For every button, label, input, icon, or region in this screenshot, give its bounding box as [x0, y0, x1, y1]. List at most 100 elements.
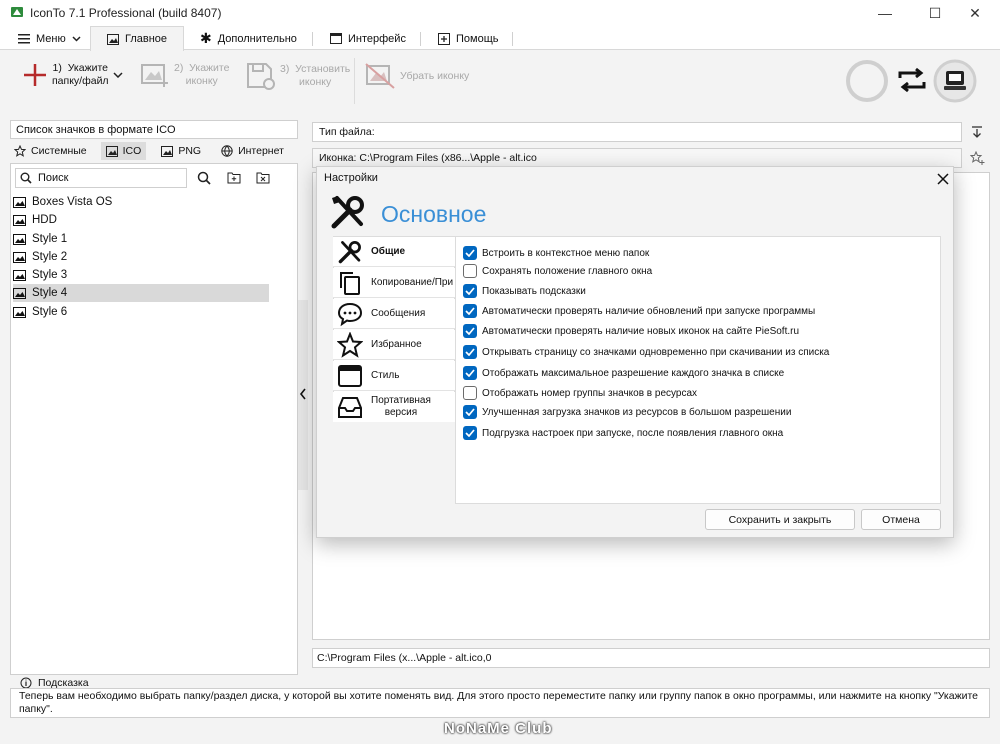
option-row[interactable]: Автоматически проверять наличие обновлен…	[463, 302, 815, 320]
cancel-button[interactable]: Отмена	[861, 509, 941, 530]
list-item-label: Style 3	[32, 269, 68, 281]
file-type-field[interactable]: Тип файла:	[312, 122, 962, 142]
close-button[interactable]: ✕	[952, 0, 998, 26]
tab-main[interactable]: Главное	[90, 26, 184, 51]
nav-messages[interactable]: Сообщения	[333, 299, 455, 329]
star-icon	[337, 331, 363, 358]
select-folder-button[interactable]: 1) Укажите папку/файл	[22, 62, 123, 88]
list-item[interactable]: Style 2	[13, 248, 269, 266]
nav-label: Стиль	[371, 370, 400, 381]
select-icon-label: 2) Укажите иконку	[174, 62, 230, 87]
asterisk-icon: ✱	[200, 30, 212, 46]
tab-help[interactable]: Помощь	[428, 26, 509, 51]
list-item[interactable]: HDD	[13, 211, 269, 229]
swap-icon[interactable]	[896, 66, 928, 94]
list-item[interactable]: Style 1	[13, 230, 269, 248]
tab-separator	[512, 32, 513, 46]
arrow-down-bar-icon[interactable]	[970, 125, 984, 139]
app-icon	[10, 5, 24, 19]
option-row[interactable]: Автоматически проверять наличие новых ик…	[463, 322, 799, 340]
minimize-button[interactable]: —	[862, 0, 908, 26]
dialog-close-button[interactable]	[933, 169, 953, 189]
nav-style[interactable]: Стиль	[333, 361, 455, 391]
option-label: Встроить в контекстное меню папок	[482, 247, 650, 259]
checkbox-checked[interactable]	[463, 426, 477, 440]
nav-general[interactable]: Общие	[333, 237, 455, 267]
subtab-png[interactable]: PNG	[156, 142, 206, 160]
tab-label: Дополнительно	[217, 32, 297, 45]
hamburger-icon	[18, 33, 30, 44]
list-item[interactable]: Boxes Vista OS	[13, 193, 269, 211]
remove-folder-icon[interactable]	[256, 171, 270, 184]
chevron-down-icon	[113, 72, 123, 78]
checkbox-unchecked[interactable]	[463, 264, 477, 278]
list-item[interactable]: Style 6	[13, 303, 269, 321]
image-icon	[13, 196, 26, 208]
settings-dialog: Настройки Основное Общие Копирование/При…	[316, 166, 954, 538]
save-and-close-button[interactable]: Сохранить и закрыть	[705, 509, 855, 530]
nav-favorites[interactable]: Избранное	[333, 330, 455, 360]
option-row[interactable]: Отображать максимальное разрешение каждо…	[463, 364, 784, 382]
tab-additional[interactable]: ✱ Дополнительно	[190, 26, 307, 51]
nav-portable[interactable]: Портативная версия	[333, 392, 455, 422]
add-folder-icon[interactable]	[227, 171, 241, 184]
search-button-icon[interactable]	[197, 171, 211, 185]
tab-menu[interactable]: Меню	[8, 26, 91, 51]
nav-copy[interactable]: Копирование/При	[333, 268, 455, 298]
list-header: Список значков в формате ICO	[10, 120, 298, 139]
subtab-internet[interactable]: Интернет	[216, 142, 289, 160]
subtab-label: ICO	[122, 144, 142, 157]
list-item[interactable]: Style 3	[13, 266, 269, 284]
ribbon-separator	[354, 58, 355, 104]
subtab-system[interactable]: Системные	[10, 142, 91, 160]
chat-bubble-icon	[337, 301, 363, 327]
list-item-label: Style 2	[32, 251, 68, 263]
remove-icon-button[interactable]: Убрать иконку	[364, 62, 469, 90]
dialog-heading: Основное	[381, 201, 487, 227]
star-add-icon[interactable]	[970, 151, 986, 165]
checkbox-checked[interactable]	[463, 304, 477, 318]
tab-label: Главное	[124, 33, 168, 45]
tools-icon	[329, 193, 367, 231]
subtab-label: Системные	[31, 144, 87, 157]
watermark: NoNaMe Club	[444, 720, 553, 737]
option-row[interactable]: Показывать подсказки	[463, 282, 586, 300]
checkbox-unchecked[interactable]	[463, 386, 477, 400]
option-label: Автоматически проверять наличие обновлен…	[482, 305, 816, 317]
select-folder-label: 1) Укажите папку/файл	[52, 62, 109, 87]
list-item-label: Style 6	[32, 306, 68, 318]
icon-list-panel: Поиск Boxes Vista OS HDD Style 1 Style 2…	[10, 163, 298, 675]
tools-icon	[337, 239, 363, 265]
dialog-title: Настройки	[324, 172, 378, 184]
option-row[interactable]: Встроить в контекстное меню папок	[463, 244, 649, 262]
tab-separator	[420, 32, 421, 46]
tab-interface[interactable]: Интерфейс	[320, 26, 416, 51]
checkbox-checked[interactable]	[463, 284, 477, 298]
option-row[interactable]: Улучшенная загрузка значков из ресурсов …	[463, 403, 791, 421]
list-item-label: Style 4	[32, 287, 68, 299]
tab-label: Меню	[36, 32, 66, 45]
progress-ring-icon	[844, 58, 890, 104]
nav-label: Общие	[371, 246, 406, 257]
option-row[interactable]: Отображать номер группы значков в ресурс…	[463, 384, 697, 402]
search-box[interactable]: Поиск	[15, 168, 187, 188]
option-label: Открывать страницу со значками одновреме…	[482, 346, 830, 358]
set-icon-button[interactable]: 3) Установить иконку	[246, 62, 350, 90]
image-remove-icon	[364, 62, 396, 90]
checkbox-checked[interactable]	[463, 324, 477, 338]
chevron-left-icon[interactable]	[299, 388, 307, 400]
copy-icon	[337, 270, 363, 296]
list-item-selected[interactable]: Style 4	[13, 284, 269, 302]
option-row[interactable]: Сохранять положение главного окна	[463, 262, 652, 280]
select-icon-button[interactable]: 2) Укажите иконку	[140, 62, 229, 88]
checkbox-checked[interactable]	[463, 366, 477, 380]
checkbox-checked[interactable]	[463, 246, 477, 260]
checkbox-checked[interactable]	[463, 345, 477, 359]
checkbox-checked[interactable]	[463, 405, 477, 419]
tab-label: Интерфейс	[348, 32, 406, 45]
subtab-label: Интернет	[238, 144, 284, 157]
subtab-ico[interactable]: ICO	[100, 142, 147, 160]
option-label: Отображать номер группы значков в ресурс…	[482, 387, 698, 399]
option-row[interactable]: Подгрузка настроек при запуске, после по…	[463, 424, 783, 442]
option-row[interactable]: Открывать страницу со значками одновреме…	[463, 343, 829, 361]
